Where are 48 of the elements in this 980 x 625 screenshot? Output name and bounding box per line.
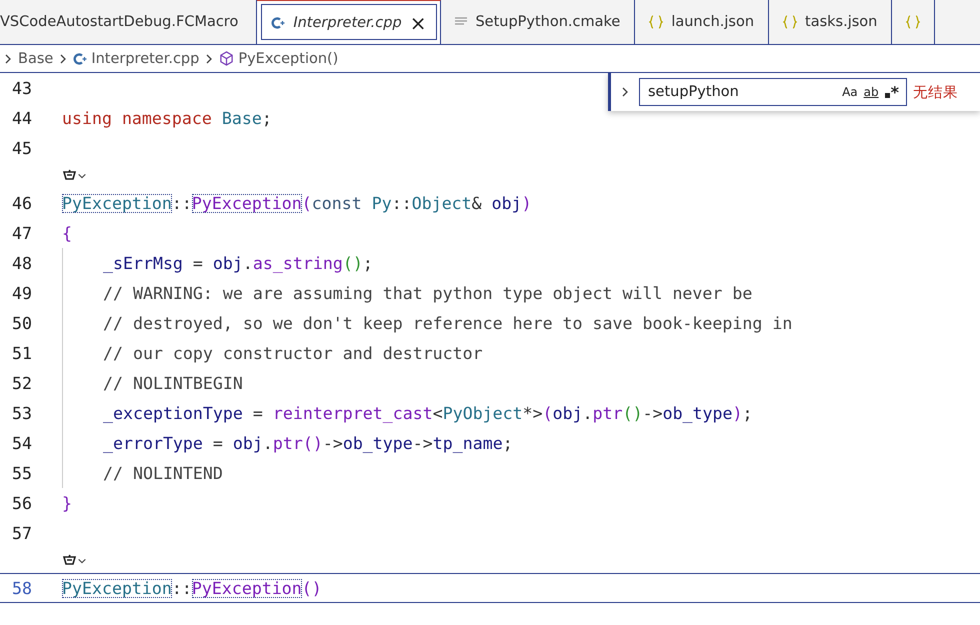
breadcrumb-item[interactable]: Base: [18, 50, 54, 66]
cpp-file-icon: [271, 16, 286, 30]
line-number: 51: [11, 344, 33, 362]
code-line: }: [62, 494, 72, 512]
editor-tab[interactable]: Interpreter.cpp ×: [257, 0, 442, 44]
search-option-button[interactable]: *: [882, 82, 902, 102]
code-line: // NOLINTBEGIN: [103, 374, 243, 392]
code-line: // WARNING: we are assuming that python type object will never be: [103, 284, 752, 302]
editor-tab[interactable]: VSCodeAutostartDebug.FCMacro: [0, 0, 258, 44]
code-line: {: [62, 224, 72, 242]
code-line: _errorType = obj.ptr()->ob_type->tp_name;: [103, 434, 513, 452]
line-number: 58: [11, 578, 33, 598]
lines-file-icon: [455, 17, 468, 27]
code-line: _exceptionType = reinterpret_cast<PyObject*>(obj.ptr()->ob_type);: [103, 404, 753, 422]
line-number: 55: [11, 464, 33, 482]
breadcrumb-item[interactable]: PyException(): [238, 50, 338, 66]
line-number: 54: [11, 434, 33, 452]
braces-icon: [783, 15, 798, 29]
line-number: 48: [11, 254, 33, 272]
line-number: 57: [11, 524, 33, 542]
line-number: 53: [11, 404, 33, 422]
code-line: PyException::PyException(): [62, 578, 322, 598]
code-line: PyException::PyException(const Py::Object& obj): [62, 194, 532, 212]
line-number: 52: [11, 374, 33, 392]
search-option-button[interactable]: Aa: [839, 85, 861, 99]
line-number: 43: [11, 78, 33, 98]
cpp-file-icon: [73, 52, 88, 66]
line-number: 56: [11, 494, 33, 512]
code-line: // NOLINTEND: [103, 464, 223, 482]
cube-icon: [219, 51, 234, 66]
line-number: 47: [11, 224, 33, 242]
code-line: // our copy constructor and destructor: [103, 344, 483, 362]
square-icon: [884, 92, 890, 98]
close-icon[interactable]: ×: [410, 10, 426, 34]
search-field[interactable]: setupPython Aa ab *: [639, 78, 907, 106]
code-line: // destroyed, so we don't keep reference here to save book-keeping in: [103, 314, 792, 332]
code-line: using namespace Base;: [62, 108, 272, 128]
breadcrumb-item[interactable]: Interpreter.cpp: [91, 50, 200, 66]
result-status: 无结果: [913, 84, 958, 102]
line-number: 46: [11, 194, 33, 212]
line-number: 45: [11, 138, 33, 158]
braces-icon: [906, 15, 920, 29]
braces-icon: [649, 15, 664, 29]
code-line: _sErrMsg = obj.as_string();: [103, 254, 373, 272]
line-number: 44: [11, 108, 33, 128]
line-number: 50: [11, 314, 33, 332]
search-option-button[interactable]: ab: [860, 85, 882, 99]
line-number: 49: [11, 284, 33, 302]
